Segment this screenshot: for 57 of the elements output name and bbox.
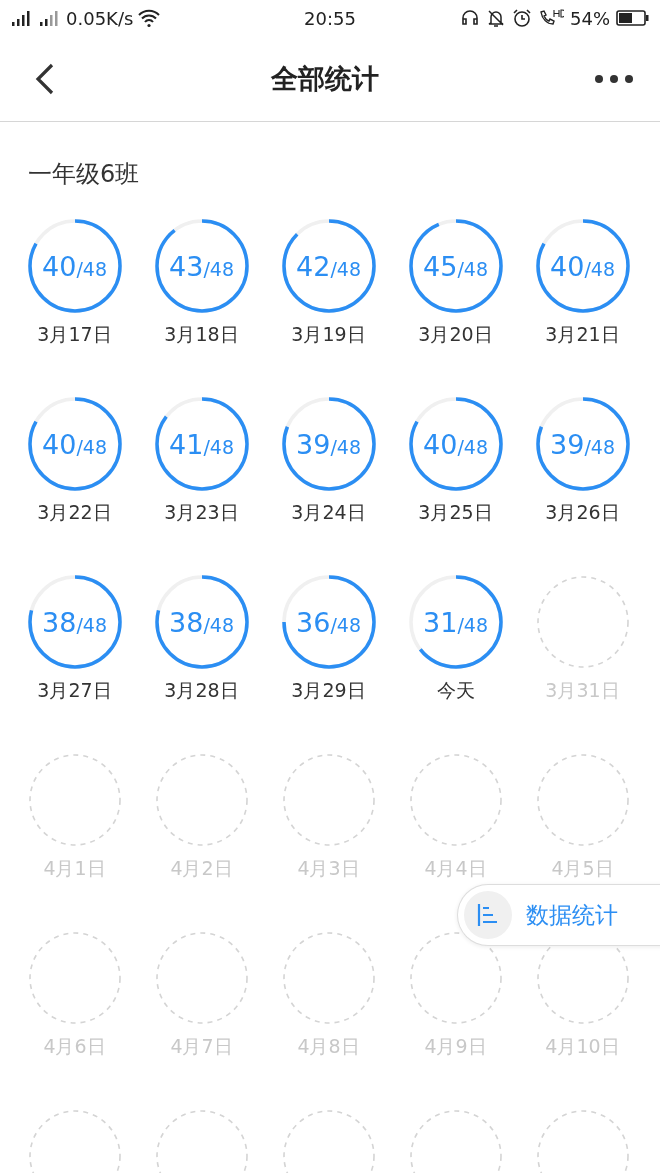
count: 40	[550, 250, 585, 282]
total: /48	[203, 436, 234, 458]
date-label: 今天	[436, 678, 475, 703]
total: /48	[76, 258, 107, 280]
date-label: 3月28日	[164, 678, 239, 703]
hd-call-icon	[538, 8, 564, 28]
total: /48	[584, 258, 615, 280]
count: 39	[550, 428, 585, 460]
total: /48	[203, 258, 234, 280]
class-name: 一年级6班	[28, 160, 140, 188]
total: /48	[76, 436, 107, 458]
count: 45	[423, 250, 458, 282]
count: 41	[169, 428, 204, 460]
date-label: 3月22日	[37, 500, 112, 525]
total: /48	[584, 436, 615, 458]
bar-list-icon	[477, 903, 499, 927]
bell-off-icon	[486, 8, 506, 28]
date-label: 3月23日	[164, 500, 239, 525]
network-speed: 0.05K/s	[66, 7, 134, 29]
date-label: 3月24日	[291, 500, 366, 525]
date-label: 3月20日	[418, 322, 493, 347]
more-icon[interactable]	[594, 73, 634, 84]
wifi-icon	[137, 8, 162, 28]
alarm-icon	[512, 8, 532, 28]
total: /48	[76, 614, 107, 636]
date-label: 3月26日	[545, 500, 620, 525]
count: 43	[169, 250, 204, 282]
battery-percent: 54%	[570, 7, 610, 29]
back-icon[interactable]	[34, 61, 56, 96]
count: 42	[296, 250, 331, 282]
date-label: 3月17日	[37, 322, 112, 347]
total: /48	[330, 436, 361, 458]
total: /48	[457, 614, 488, 636]
count: 40	[42, 428, 77, 460]
total: /48	[203, 614, 234, 636]
date-label: 3月19日	[291, 322, 366, 347]
date-label: 3月21日	[545, 322, 620, 347]
count: 31	[423, 606, 458, 638]
date-label: 3月27日	[37, 678, 112, 703]
date-label: 3月29日	[291, 678, 366, 703]
count: 39	[296, 428, 331, 460]
count: 38	[42, 606, 77, 638]
statistics-button[interactable]: 数据统计	[457, 884, 660, 946]
count: 40	[42, 250, 77, 282]
date-label: 3月25日	[418, 500, 493, 525]
count: 40	[423, 428, 458, 460]
total: /48	[457, 436, 488, 458]
total: /48	[330, 614, 361, 636]
count: 38	[169, 606, 204, 638]
total: /48	[457, 258, 488, 280]
date-label: 3月18日	[164, 322, 239, 347]
battery-icon	[616, 9, 650, 27]
headset-icon	[460, 8, 480, 28]
count: 36	[296, 606, 331, 638]
page-title: 全部统计	[271, 61, 379, 96]
clock-time: 20:55	[304, 7, 356, 29]
total: /48	[330, 258, 361, 280]
